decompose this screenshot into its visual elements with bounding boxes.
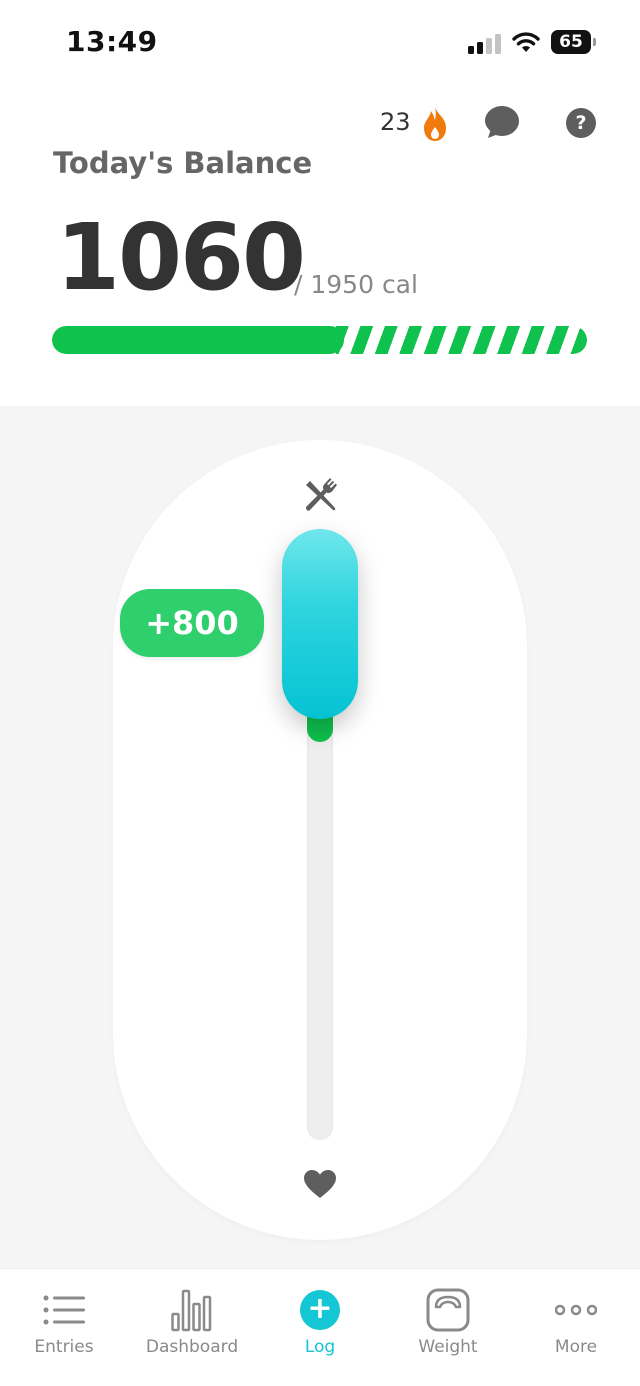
calorie-goal: / 1950 cal (294, 270, 418, 299)
battery-indicator: 65 (551, 30, 591, 54)
log-area: +800 (0, 406, 640, 1268)
nav-more[interactable]: More (512, 1269, 640, 1386)
calorie-progress-bar (52, 326, 587, 354)
heart-icon (304, 1170, 336, 1198)
status-bar: 13:49 65 (0, 0, 640, 86)
help-icon[interactable]: ? (566, 108, 596, 138)
streak-count: 23 (380, 108, 411, 136)
balance-header: 23 ? Today's Balance 1060 / 1950 cal (0, 86, 640, 406)
progress-consumed-segment (52, 326, 344, 354)
calorie-amount-badge: +800 (120, 589, 264, 657)
nav-log[interactable]: + Log (256, 1269, 384, 1386)
bar-chart-icon (128, 1287, 256, 1333)
nav-entries[interactable]: Entries (0, 1269, 128, 1386)
plus-icon: + (256, 1287, 384, 1333)
calorie-slider-thumb[interactable] (282, 529, 358, 719)
flame-icon (424, 107, 446, 141)
balance-value: 1060 (56, 204, 306, 311)
chat-icon[interactable] (484, 104, 520, 140)
battery-cap (593, 38, 596, 46)
nav-label-entries: Entries (34, 1337, 94, 1357)
progress-planned-segment (335, 326, 587, 354)
more-icon (512, 1287, 640, 1333)
nav-weight[interactable]: Weight (384, 1269, 512, 1386)
nav-label-weight: Weight (418, 1337, 478, 1357)
fork-knife-icon (305, 478, 337, 511)
cellular-signal-icon (468, 32, 502, 54)
nav-label-log: Log (304, 1337, 336, 1357)
list-icon (0, 1287, 128, 1333)
scale-icon (384, 1287, 512, 1333)
bottom-navigation: Entries Dashboard + Log Weight More (0, 1268, 640, 1386)
nav-dashboard[interactable]: Dashboard (128, 1269, 256, 1386)
status-time: 13:49 (66, 25, 158, 58)
nav-label-dashboard: Dashboard (145, 1337, 239, 1357)
nav-label-more: More (554, 1337, 598, 1357)
balance-title: Today's Balance (53, 146, 313, 180)
wifi-icon (512, 32, 540, 52)
app-screen: 13:49 65 23 ? Today's Balance 1060 / 195… (0, 0, 640, 1386)
